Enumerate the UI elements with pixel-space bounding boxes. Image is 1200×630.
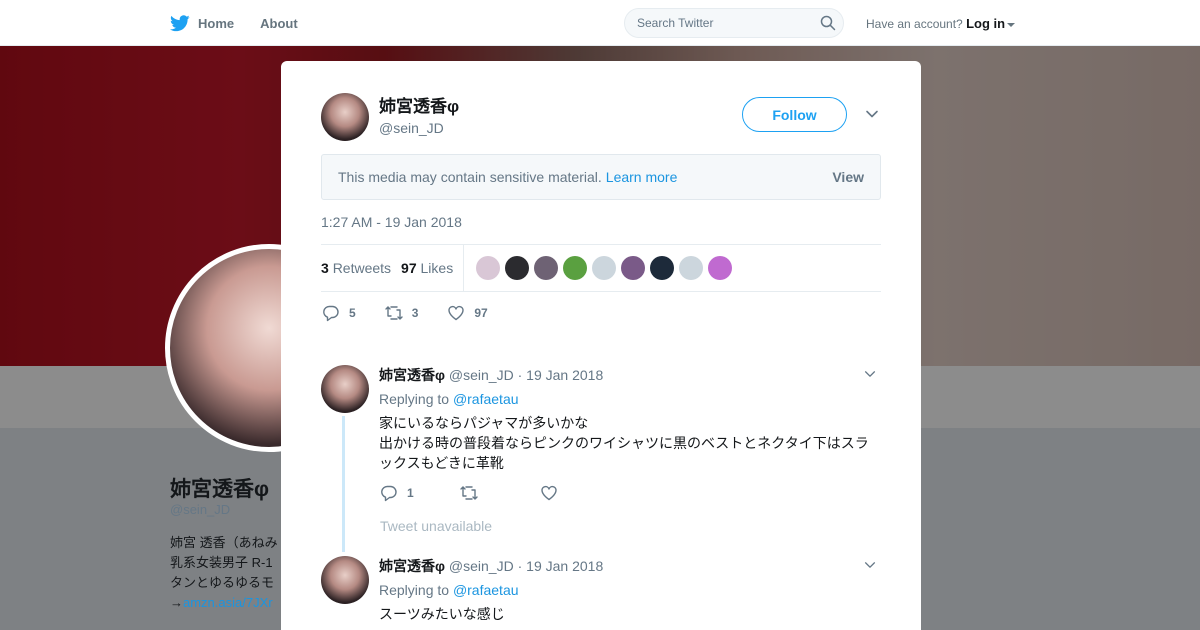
reply-text: スーツみたいな感じ — [379, 604, 879, 624]
mention-link[interactable]: @rafaetau — [453, 582, 519, 598]
profile-bio-line: 乳系女装男子 R-1 — [170, 555, 273, 570]
reply-date[interactable]: 19 Jan 2018 — [526, 367, 603, 383]
mention-link[interactable]: @rafaetau — [453, 391, 519, 407]
reply-action[interactable]: 5 — [321, 303, 356, 323]
like-action[interactable] — [539, 483, 619, 503]
reply-text-line: スーツみたいな感じ — [379, 606, 505, 622]
sensitive-text: This media may contain sensitive materia… — [338, 169, 602, 185]
chevron-down-icon[interactable] — [863, 367, 877, 381]
reply-date[interactable]: 19 Jan 2018 — [526, 558, 603, 574]
tweet-stats: 3 Retweets 97 Likes — [321, 244, 881, 292]
top-navigation-bar: Home About Search Twitter Have an accoun… — [0, 0, 1200, 46]
profile-name: 姉宮透香φ — [170, 478, 270, 501]
retweet-icon[interactable] — [384, 303, 404, 323]
retweets-count: 3 — [321, 260, 329, 276]
reply-author-name[interactable]: 姉宮透香φ — [379, 558, 445, 574]
tweet-author-name[interactable]: 姉宮透香φ — [379, 96, 459, 118]
reply-dot: · — [517, 558, 523, 574]
liker-avatar[interactable] — [650, 256, 675, 280]
liker-avatar[interactable] — [708, 256, 733, 280]
likes-label: Likes — [420, 260, 454, 276]
profile-bio: 姉宮 透香（あねみ 乳系女装男子 R-1 タンとゆるゆるモ →amzn.asia… — [170, 533, 282, 613]
search-placeholder: Search Twitter — [637, 16, 714, 30]
twitter-bird-icon[interactable] — [170, 14, 192, 32]
reply-text-line: 家にいるならパジャマが多いかな — [379, 415, 589, 431]
stats-divider — [463, 245, 465, 291]
nav-home-link[interactable]: Home — [198, 16, 234, 31]
like-action[interactable]: 97 — [446, 303, 488, 323]
thread-line — [342, 416, 345, 552]
login-link[interactable]: Log in — [966, 16, 1005, 31]
liker-avatars — [476, 256, 737, 280]
liker-avatar[interactable] — [592, 256, 617, 280]
reply-author-name[interactable]: 姉宮透香φ — [379, 367, 445, 383]
tweet-unavailable-text: Tweet unavailable — [380, 518, 493, 534]
liker-avatar[interactable] — [621, 256, 646, 280]
retweet-action[interactable] — [459, 483, 539, 503]
retweets-label: Retweets — [332, 260, 392, 276]
reply-action[interactable]: 1 — [379, 483, 459, 503]
liker-avatar[interactable] — [534, 256, 559, 280]
profile-link[interactable]: amzn.asia/7JXr — [183, 595, 273, 610]
search-input[interactable]: Search Twitter — [624, 8, 844, 38]
profile-handle: @sein_JD — [170, 502, 231, 517]
likes-stat[interactable]: 97 Likes — [401, 260, 453, 276]
have-account-text: Have an account? — [866, 17, 963, 31]
chevron-down-icon[interactable] — [863, 558, 877, 572]
tweet-header: 姉宮透香φ @sein_JD — [321, 93, 459, 141]
profile-bio-line: タンとゆるゆるモ — [170, 575, 275, 590]
reply-count: 1 — [407, 486, 414, 500]
learn-more-link[interactable]: Learn more — [606, 169, 678, 185]
retweet-count: 3 — [411, 306, 419, 320]
reply-author-handle[interactable]: @sein_JD — [449, 367, 514, 383]
view-button[interactable]: View — [832, 169, 864, 185]
liker-avatar[interactable] — [679, 256, 704, 280]
chevron-down-icon[interactable] — [864, 106, 880, 122]
reply-text-line: ックスもどきに革靴 — [379, 455, 504, 471]
profile-bio-line: 姉宮 透香（あねみ — [170, 535, 278, 550]
heart-icon[interactable] — [539, 483, 559, 503]
reply-actions: 1 — [379, 483, 879, 503]
follow-button[interactable]: Follow — [742, 97, 847, 132]
liker-avatar[interactable] — [505, 256, 530, 280]
tweet-modal: 姉宮透香φ @sein_JD Follow This media may con… — [281, 61, 921, 630]
likes-count: 97 — [401, 260, 417, 276]
reply-text-line: 出かける時の普段着ならピンクのワイシャツに黒のベストとネクタイ下はスラ — [379, 435, 869, 451]
replying-to-label: Replying to — [379, 391, 450, 407]
nav-about-link[interactable]: About — [260, 16, 298, 31]
retweets-stat[interactable]: 3 Retweets — [321, 260, 391, 276]
replying-to-label: Replying to — [379, 582, 450, 598]
reply-text: 家にいるならパジャマが多いかな 出かける時の普段着ならピンクのワイシャツに黒のベ… — [379, 413, 879, 473]
reply-icon[interactable] — [321, 303, 341, 323]
retweet-icon[interactable] — [459, 483, 479, 503]
tweet-timestamp[interactable]: 1:27 AM - 19 Jan 2018 — [321, 214, 462, 230]
liker-avatar[interactable] — [476, 256, 501, 280]
reply-dot: · — [517, 367, 523, 383]
liker-avatar[interactable] — [563, 256, 588, 280]
avatar[interactable] — [321, 365, 369, 413]
sensitive-media-notice: This media may contain sensitive materia… — [321, 154, 881, 200]
retweet-action[interactable]: 3 — [384, 303, 419, 323]
chevron-down-icon[interactable] — [1007, 22, 1016, 27]
like-count: 97 — [474, 306, 488, 320]
reply-count: 5 — [349, 306, 356, 320]
heart-icon[interactable] — [446, 303, 466, 323]
reply-author-handle[interactable]: @sein_JD — [449, 558, 514, 574]
profile-link-prefix: → — [170, 595, 183, 610]
avatar[interactable] — [321, 556, 369, 604]
tweet-actions: 5 3 97 — [321, 303, 516, 323]
reply-icon[interactable] — [379, 483, 399, 503]
tweet-author-handle[interactable]: @sein_JD — [379, 118, 459, 138]
avatar[interactable] — [321, 93, 369, 141]
close-icon[interactable] — [1154, 12, 1178, 36]
account-area: Have an account? Log in — [866, 16, 1016, 31]
search-icon[interactable] — [813, 8, 843, 38]
